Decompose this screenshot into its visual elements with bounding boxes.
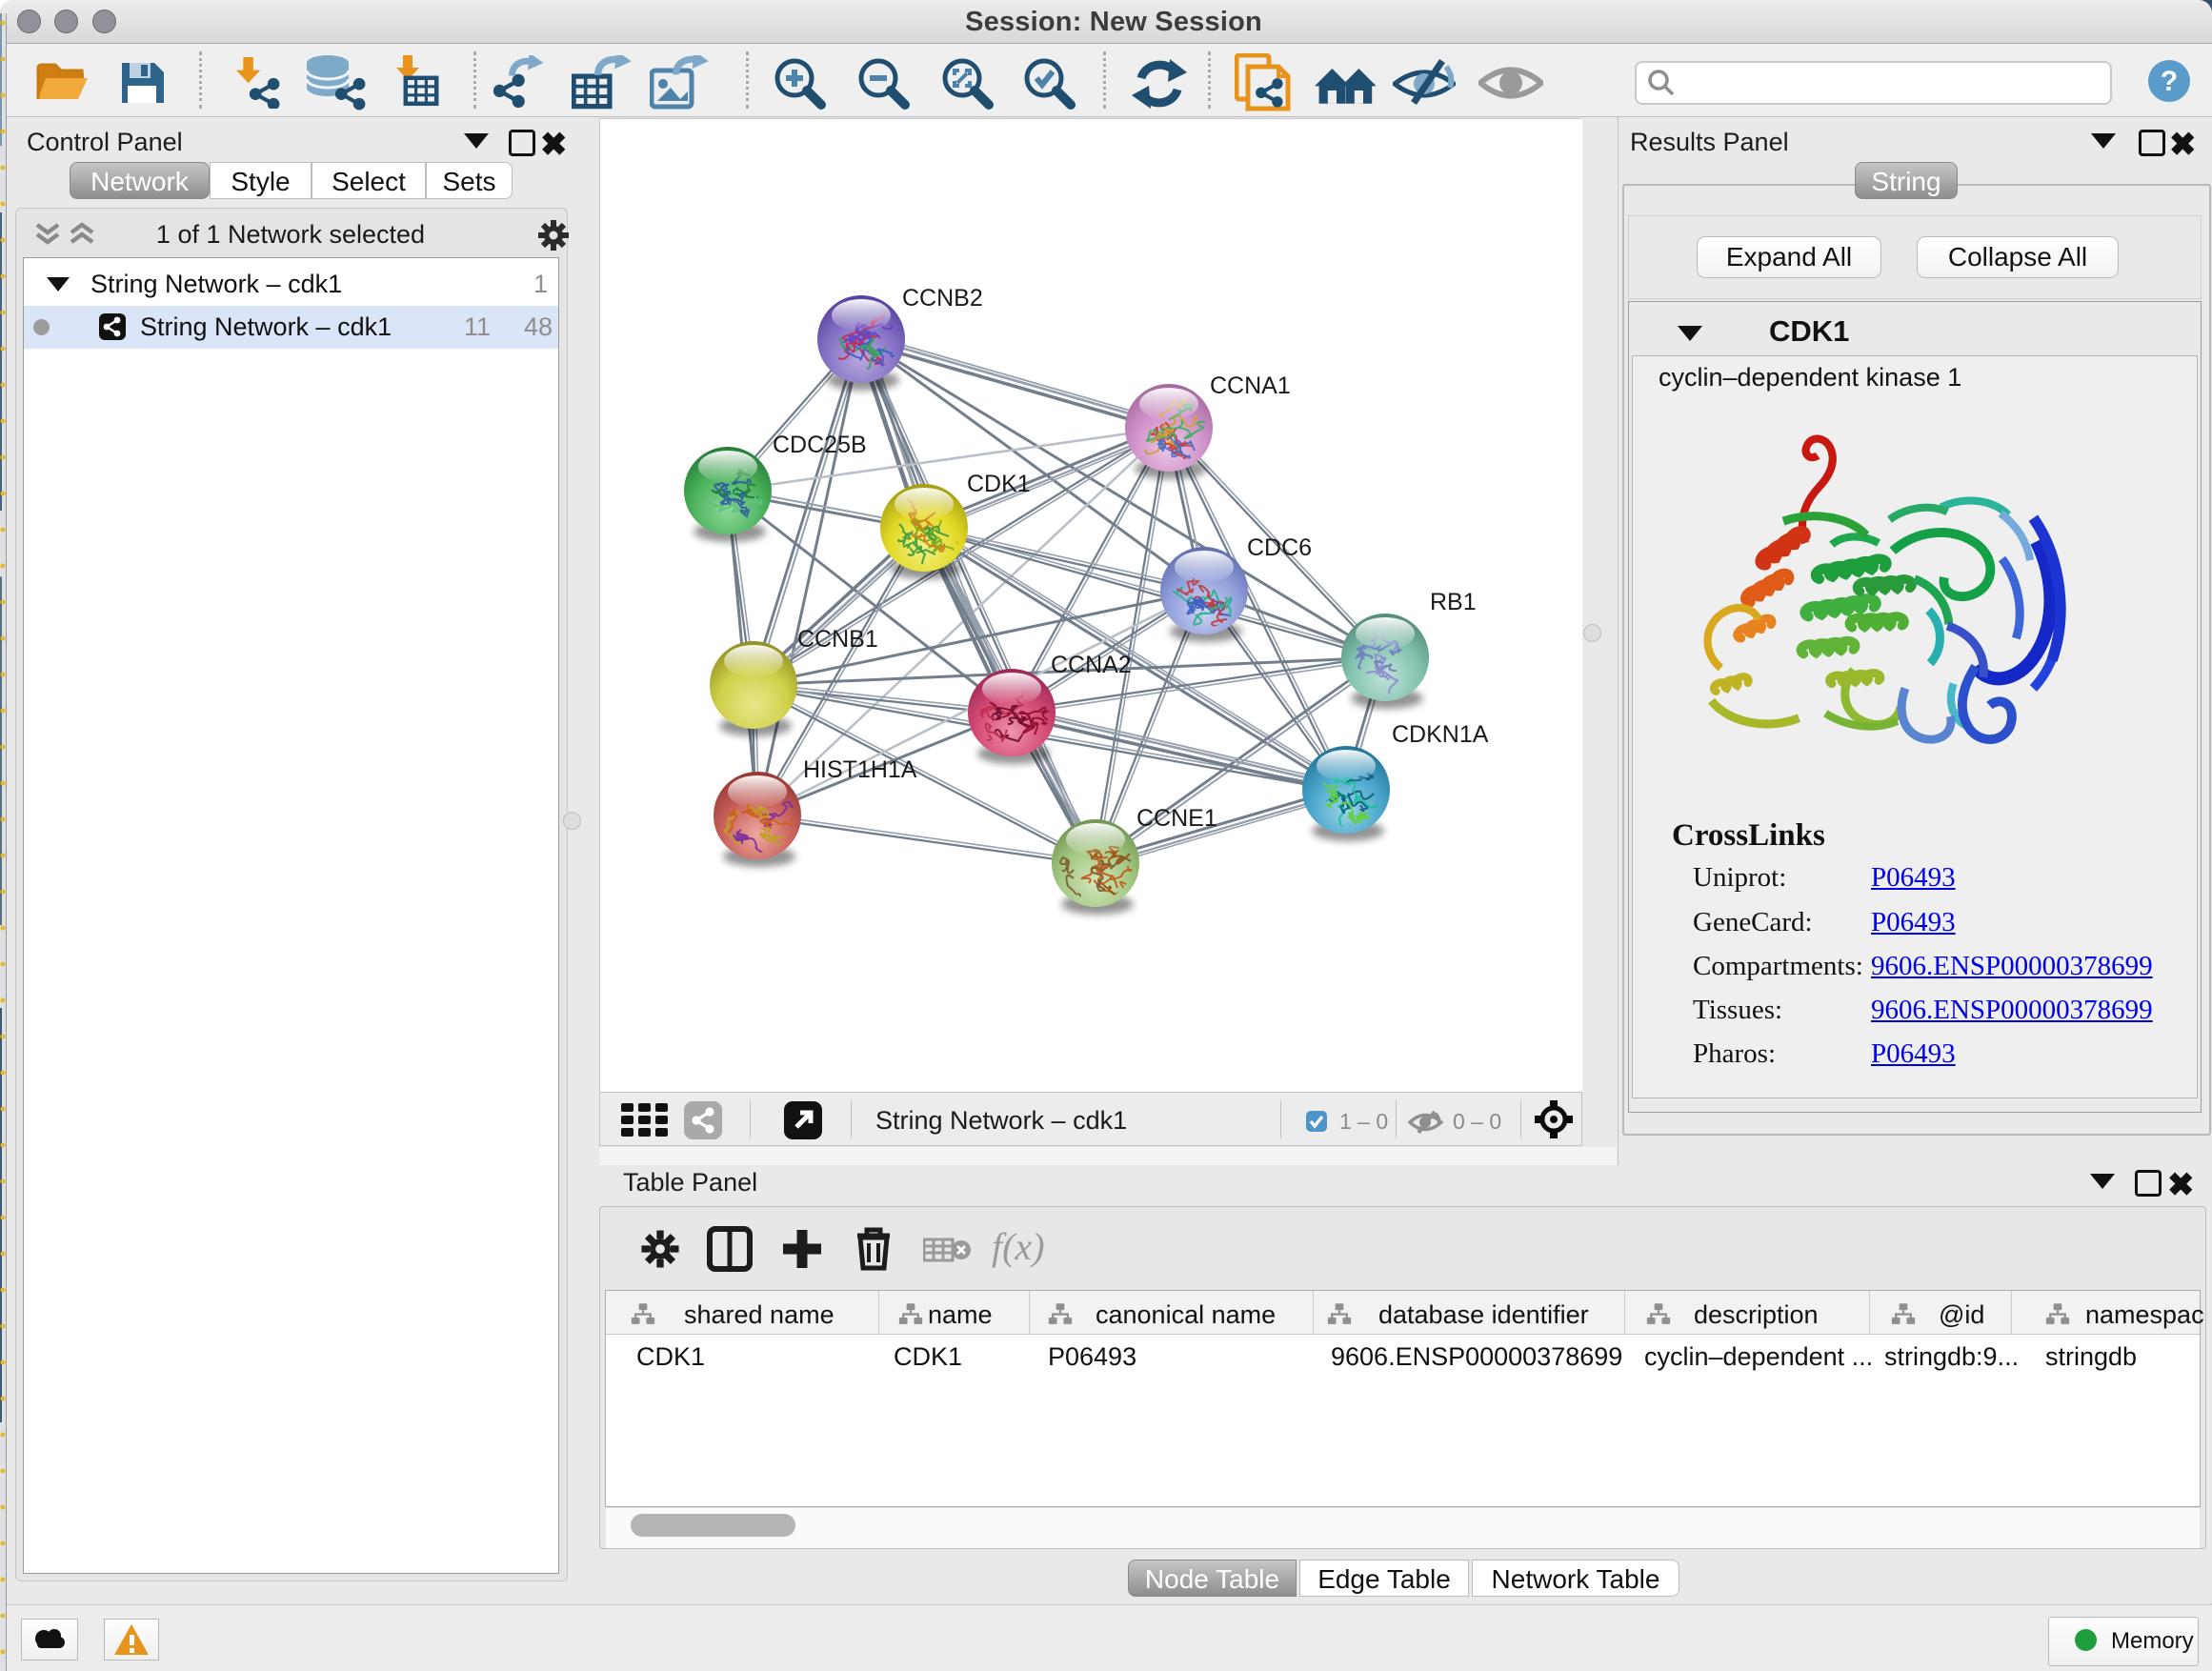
svg-text:CCNA1: CCNA1 (1210, 372, 1291, 399)
svg-text:CCNB2: CCNB2 (902, 285, 983, 312)
svg-text:RB1: RB1 (1430, 589, 1477, 615)
svg-text:CDK1: CDK1 (967, 471, 1031, 497)
svg-text:CCNE1: CCNE1 (1136, 805, 1217, 832)
svg-text:HIST1H1A: HIST1H1A (803, 756, 917, 783)
svg-text:CDKN1A: CDKN1A (1392, 721, 1489, 748)
svg-text:?: ? (2161, 66, 2178, 97)
svg-text:CCNB1: CCNB1 (797, 626, 878, 653)
svg-text:CCNA2: CCNA2 (1051, 652, 1132, 678)
svg-text:CDC25B: CDC25B (773, 432, 867, 458)
svg-text:CDC6: CDC6 (1247, 534, 1312, 561)
